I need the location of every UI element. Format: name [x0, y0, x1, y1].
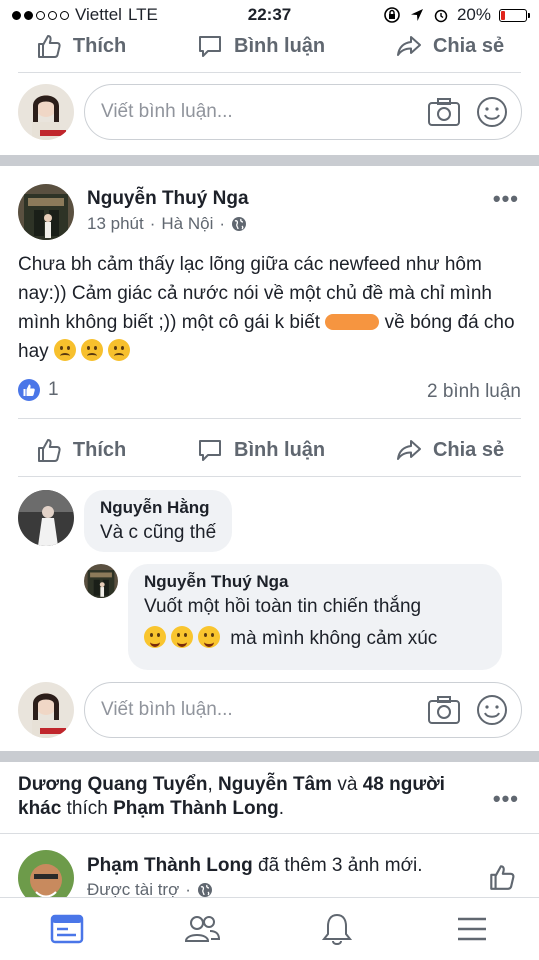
comment-composer: Viết bình luận... [18, 84, 522, 142]
reply-text: Vuốt một hồi toàn tin chiến thắng [144, 596, 422, 617]
friends-tab-icon[interactable] [183, 910, 221, 948]
avatar [18, 682, 74, 738]
laughing-emoji-icon [144, 626, 166, 648]
feed-separator [0, 751, 539, 762]
news-feed-tab-icon[interactable] [48, 910, 86, 948]
comment-button[interactable]: Bình luận [196, 32, 325, 60]
thumbs-up-icon [37, 439, 61, 462]
avatar [18, 84, 74, 140]
like-label: Thích [72, 34, 127, 57]
post-more-options-icon[interactable]: ••• [493, 186, 519, 212]
rotation-lock-icon [384, 7, 400, 23]
laughing-emoji-icon [171, 626, 193, 648]
commenter-avatar[interactable] [18, 490, 74, 546]
notifications-tab-icon[interactable] [318, 910, 356, 948]
like-reaction-icon [18, 379, 40, 401]
comment-icon [199, 440, 222, 461]
liked-page-story: Dương Quang Tuyển, Nguyễn Tâm và 48 ngườ… [18, 774, 445, 819]
battery-percent: 20% [456, 5, 491, 24]
sad-emoji-icon [53, 339, 76, 361]
battery-icon [499, 8, 530, 22]
story-more-options-icon[interactable]: ••• [493, 786, 519, 812]
friend-name[interactable]: Dương Quang Tuyển [18, 774, 207, 795]
comment-placeholder: Viết bình luận... [101, 699, 233, 720]
reply-text-2: mà mình không cảm xúc [230, 628, 438, 649]
prev-post-actions: Thích Bình luận Chia sẻ [0, 26, 539, 66]
comment-count[interactable]: 2 bình luận [427, 381, 521, 403]
sad-emoji-icon [107, 339, 130, 361]
page-name[interactable]: Phạm Thành Long [113, 798, 279, 819]
redaction-mark [325, 314, 380, 330]
reply-avatar[interactable] [84, 564, 118, 598]
emoji-icon[interactable] [475, 95, 509, 129]
page-post-action: đã thêm 3 ảnh mới. [258, 855, 423, 876]
share-button[interactable]: Chia sẻ [395, 32, 504, 60]
share-label: Chia sẻ [432, 34, 505, 57]
divider [18, 418, 521, 419]
comment-text: Và c cũng thế [100, 522, 217, 543]
like-label: Thích [72, 438, 127, 461]
post-author-name[interactable]: Nguyễn Thuý Nga [87, 188, 249, 210]
emoji-icon[interactable] [475, 693, 509, 727]
share-button[interactable]: Chia sẻ [395, 436, 504, 464]
comment-icon [199, 36, 222, 57]
page-like-thumb-icon[interactable] [487, 862, 517, 892]
share-label: Chia sẻ [432, 438, 505, 461]
comment-bubble: Nguyễn Hằng Và c cũng thế [84, 490, 233, 552]
friend-name[interactable]: Nguyễn Tâm [218, 774, 332, 795]
page-author[interactable]: Phạm Thành Long [87, 855, 253, 876]
comment-label: Bình luận [234, 438, 326, 461]
menu-tab-icon[interactable] [453, 910, 491, 948]
bottom-tab-bar [0, 897, 539, 960]
reply-bubble: Nguyễn Thuý Nga Vuốt một hồi toàn tin ch… [128, 564, 502, 670]
location-arrow-icon [410, 9, 423, 21]
post-meta: 13 phút · Hà Nội · [87, 214, 247, 234]
share-icon [396, 36, 421, 56]
page-post-headline: Phạm Thành Long đã thêm 3 ảnh mới. [87, 855, 423, 877]
reaction-summary[interactable]: 1 [18, 379, 59, 401]
comment-button[interactable]: Bình luận [196, 436, 325, 464]
camera-icon[interactable] [427, 95, 461, 129]
battery-level [501, 10, 506, 20]
like-button[interactable]: Thích [35, 32, 126, 60]
share-icon [396, 440, 421, 460]
comment-input[interactable]: Viết bình luận... [84, 84, 522, 140]
post-text: Chưa bh cảm thấy lạc lõng giữa các newfe… [18, 250, 528, 366]
comment-placeholder: Viết bình luận... [101, 101, 233, 122]
laughing-emoji-icon [198, 626, 220, 648]
post-author-avatar[interactable] [18, 184, 74, 240]
comment-input[interactable]: Viết bình luận... [84, 682, 522, 738]
camera-icon[interactable] [427, 693, 461, 727]
feed-separator [0, 155, 539, 166]
divider [0, 833, 539, 834]
globe-icon [197, 883, 212, 897]
post-actions: Thích Bình luận Chia sẻ [0, 430, 539, 470]
reply-author[interactable]: Nguyễn Thuý Nga [144, 572, 486, 592]
alarm-icon [434, 9, 448, 23]
divider [18, 72, 521, 73]
thumbs-up-icon [37, 35, 61, 58]
post-time: 13 phút [87, 214, 144, 233]
post-location[interactable]: Hà Nội [161, 214, 213, 234]
like-count: 1 [48, 379, 59, 400]
comment-label: Bình luận [234, 34, 326, 57]
comment-composer: Viết bình luận... [18, 682, 522, 740]
divider [18, 476, 521, 477]
like-button[interactable]: Thích [35, 436, 126, 464]
comment-author[interactable]: Nguyễn Hằng [100, 498, 216, 518]
globe-icon [232, 217, 247, 231]
sad-emoji-icon [80, 339, 103, 361]
